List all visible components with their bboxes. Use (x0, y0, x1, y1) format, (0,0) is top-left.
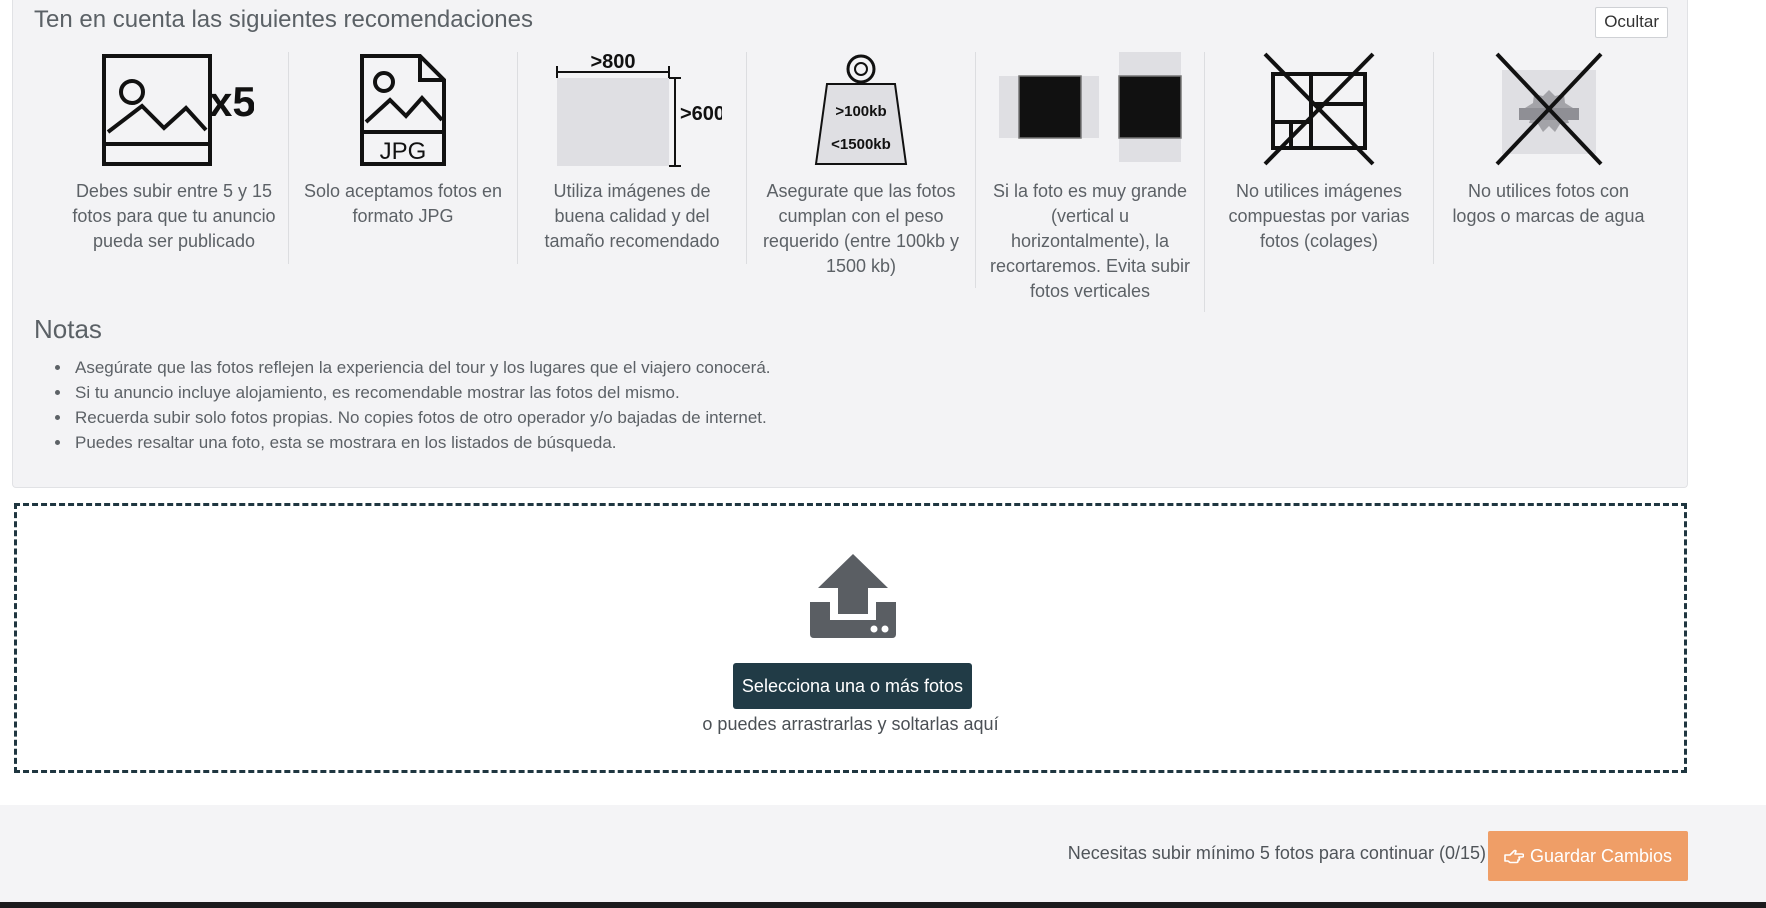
recommendations-panel: Ten en cuenta las siguientes recomendaci… (12, 0, 1688, 488)
weight-icon: >100kb <1500kb (814, 54, 908, 165)
tip-text: Asegurate que las fotos cumplan con el p… (762, 181, 960, 276)
bottom-edge-bar (0, 902, 1766, 908)
footer-bar: Necesitas subir mínimo 5 fotos para cont… (0, 805, 1766, 902)
upload-icon (810, 554, 896, 638)
crop-icon (999, 52, 1182, 162)
tip-dimensions: >800 >600 Utiliza imágenes de buena cali… (518, 52, 747, 264)
tip-text: Si la foto es muy grande (vertical u hor… (989, 181, 1191, 301)
tip-photo-count: x5 Debes subir entre 5 y 15 fotos para q… (60, 52, 289, 264)
dimensions-icon: >800 >600 (556, 52, 722, 167)
save-changes-label: Guardar Cambios (1529, 845, 1673, 866)
photo-dropzone[interactable]: Selecciona una o más fotos o puedes arra… (14, 503, 1687, 773)
list-item: Si tu anuncio incluye alojamiento, es re… (72, 380, 771, 405)
width-label: >800 (590, 52, 635, 73)
tip-no-watermark: No utilices fotos con logos o marcas de … (1434, 52, 1663, 312)
tip-text: Solo aceptamos fotos en formato JPG (303, 181, 503, 226)
max-weight-label: <1500kb (831, 136, 891, 153)
list-item: Asegúrate que las fotos reflejen la expe… (72, 355, 771, 380)
hide-button[interactable]: Ocultar (1595, 7, 1668, 38)
photo-requirement-message: Necesitas subir mínimo 5 fotos para cont… (1067, 843, 1486, 863)
recommendations-title: Ten en cuenta las siguientes recomendaci… (34, 6, 533, 33)
no-watermark-icon (1495, 52, 1602, 166)
list-item: Puedes resaltar una foto, esta se mostra… (72, 430, 771, 455)
no-collage-icon (1263, 52, 1375, 166)
notes-list: Asegúrate que las fotos reflejen la expe… (60, 355, 771, 455)
jpg-badge: JPG (380, 138, 427, 165)
select-photos-button[interactable]: Selecciona una o más fotos (733, 663, 972, 709)
tips-row: x5 Debes subir entre 5 y 15 fotos para q… (60, 52, 1664, 312)
tip-text: Utiliza imágenes de buena calidad y del … (544, 181, 720, 251)
tip-no-collage: No utilices imágenes compuestas por vari… (1205, 52, 1434, 264)
tip-crop: Si la foto es muy grande (vertical u hor… (976, 52, 1205, 312)
image-x5-icon: x5 (102, 54, 254, 166)
save-changes-button[interactable]: Guardar Cambios (1488, 831, 1688, 881)
drop-hint: o puedes arrastrarlas y soltarlas aquí (702, 714, 999, 734)
height-label: >600 (680, 103, 722, 125)
jpg-file-icon: JPG (360, 54, 446, 166)
tip-text: No utilices imágenes compuestas por vari… (1228, 181, 1410, 251)
photo-count-badge: x5 (209, 78, 254, 125)
tip-file-format: JPG Solo aceptamos fotos en formato JPG (289, 52, 518, 264)
min-weight-label: >100kb (835, 103, 886, 120)
tip-file-weight: >100kb <1500kb Asegurate que las fotos c… (747, 52, 976, 288)
hand-pointer-icon (1504, 849, 1524, 864)
tip-text: No utilices fotos con logos o marcas de … (1452, 181, 1645, 226)
notes-title: Notas (34, 314, 102, 344)
tip-text: Debes subir entre 5 y 15 fotos para que … (72, 181, 276, 251)
list-item: Recuerda subir solo fotos propias. No co… (72, 405, 771, 430)
